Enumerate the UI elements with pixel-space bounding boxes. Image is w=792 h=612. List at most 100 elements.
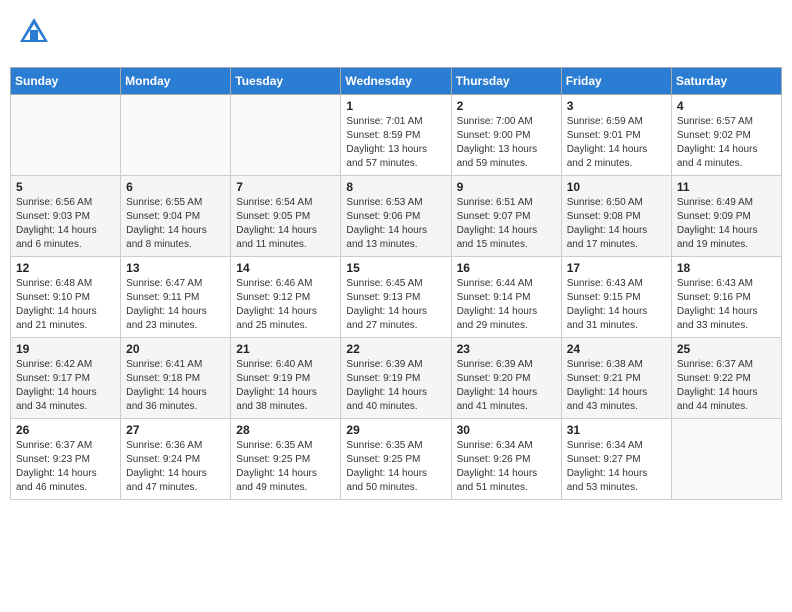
- day-info: Sunrise: 6:51 AM Sunset: 9:07 PM Dayligh…: [457, 196, 556, 252]
- calendar-cell: [121, 95, 231, 176]
- day-number: 9: [457, 180, 556, 194]
- day-info: Sunrise: 6:50 AM Sunset: 9:08 PM Dayligh…: [567, 196, 666, 252]
- day-info: Sunrise: 6:36 AM Sunset: 9:24 PM Dayligh…: [126, 439, 225, 495]
- logo-graphic: [16, 14, 52, 55]
- day-number: 17: [567, 261, 666, 275]
- day-info: Sunrise: 7:00 AM Sunset: 9:00 PM Dayligh…: [457, 115, 556, 171]
- calendar-cell: 6 Sunrise: 6:55 AM Sunset: 9:04 PM Daylig…: [121, 176, 231, 257]
- weekday-header-saturday: Saturday: [671, 68, 781, 95]
- day-info: Sunrise: 6:35 AM Sunset: 9:25 PM Dayligh…: [346, 439, 445, 495]
- calendar-cell: 7 Sunrise: 6:54 AM Sunset: 9:05 PM Daylig…: [231, 176, 341, 257]
- day-info: Sunrise: 6:39 AM Sunset: 9:19 PM Dayligh…: [346, 358, 445, 414]
- day-info: Sunrise: 6:34 AM Sunset: 9:26 PM Dayligh…: [457, 439, 556, 495]
- day-info: Sunrise: 6:56 AM Sunset: 9:03 PM Dayligh…: [16, 196, 115, 252]
- calendar-week-row: 19 Sunrise: 6:42 AM Sunset: 9:17 PM Dayli…: [11, 338, 782, 419]
- day-number: 4: [677, 99, 776, 113]
- calendar-week-row: 26Sunrise: 6:37 AM Sunset: 9:23 PM Dayli…: [11, 419, 782, 500]
- day-info: Sunrise: 6:47 AM Sunset: 9:11 PM Dayligh…: [126, 277, 225, 333]
- calendar-cell: [231, 95, 341, 176]
- calendar-cell: 13Sunrise: 6:47 AM Sunset: 9:11 PM Dayli…: [121, 257, 231, 338]
- day-number: 5: [16, 180, 115, 194]
- day-info: Sunrise: 6:55 AM Sunset: 9:04 PM Dayligh…: [126, 196, 225, 252]
- calendar-table: SundayMondayTuesdayWednesdayThursdayFrid…: [10, 67, 782, 500]
- calendar-cell: 10 Sunrise: 6:50 AM Sunset: 9:08 PM Dayli…: [561, 176, 671, 257]
- page-header: [10, 10, 782, 59]
- day-number: 7: [236, 180, 335, 194]
- calendar-week-row: 5 Sunrise: 6:56 AM Sunset: 9:03 PM Daylig…: [11, 176, 782, 257]
- weekday-header-tuesday: Tuesday: [231, 68, 341, 95]
- day-number: 16: [457, 261, 556, 275]
- calendar-cell: 12 Sunrise: 6:48 AM Sunset: 9:10 PM Dayli…: [11, 257, 121, 338]
- calendar-cell: 23Sunrise: 6:39 AM Sunset: 9:20 PM Dayli…: [451, 338, 561, 419]
- day-info: Sunrise: 6:37 AM Sunset: 9:22 PM Dayligh…: [677, 358, 776, 414]
- day-number: 11: [677, 180, 776, 194]
- day-number: 29: [346, 423, 445, 437]
- day-number: 14: [236, 261, 335, 275]
- calendar-week-row: 1 Sunrise: 7:01 AM Sunset: 8:59 PM Daylig…: [11, 95, 782, 176]
- calendar-cell: [11, 95, 121, 176]
- day-info: Sunrise: 6:35 AM Sunset: 9:25 PM Dayligh…: [236, 439, 335, 495]
- calendar-cell: 8Sunrise: 6:53 AM Sunset: 9:06 PM Daylig…: [341, 176, 451, 257]
- calendar-cell: 29 Sunrise: 6:35 AM Sunset: 9:25 PM Dayli…: [341, 419, 451, 500]
- calendar-cell: 21Sunrise: 6:40 AM Sunset: 9:19 PM Dayli…: [231, 338, 341, 419]
- logo: [16, 14, 54, 55]
- calendar-cell: 1 Sunrise: 7:01 AM Sunset: 8:59 PM Daylig…: [341, 95, 451, 176]
- day-number: 22: [346, 342, 445, 356]
- calendar-cell: 3Sunrise: 6:59 AM Sunset: 9:01 PM Daylig…: [561, 95, 671, 176]
- day-number: 6: [126, 180, 225, 194]
- day-info: Sunrise: 6:49 AM Sunset: 9:09 PM Dayligh…: [677, 196, 776, 252]
- day-info: Sunrise: 7:01 AM Sunset: 8:59 PM Dayligh…: [346, 115, 445, 171]
- calendar-cell: 4 Sunrise: 6:57 AM Sunset: 9:02 PM Daylig…: [671, 95, 781, 176]
- calendar-cell: 30 Sunrise: 6:34 AM Sunset: 9:26 PM Dayli…: [451, 419, 561, 500]
- day-number: 3: [567, 99, 666, 113]
- day-info: Sunrise: 6:48 AM Sunset: 9:10 PM Dayligh…: [16, 277, 115, 333]
- day-info: Sunrise: 6:44 AM Sunset: 9:14 PM Dayligh…: [457, 277, 556, 333]
- weekday-header-friday: Friday: [561, 68, 671, 95]
- calendar-week-row: 12 Sunrise: 6:48 AM Sunset: 9:10 PM Dayli…: [11, 257, 782, 338]
- day-number: 8: [346, 180, 445, 194]
- calendar-cell: 9 Sunrise: 6:51 AM Sunset: 9:07 PM Daylig…: [451, 176, 561, 257]
- day-info: Sunrise: 6:41 AM Sunset: 9:18 PM Dayligh…: [126, 358, 225, 414]
- day-number: 1: [346, 99, 445, 113]
- calendar-cell: 17 Sunrise: 6:43 AM Sunset: 9:15 PM Dayli…: [561, 257, 671, 338]
- day-number: 19: [16, 342, 115, 356]
- weekday-header-wednesday: Wednesday: [341, 68, 451, 95]
- calendar-cell: 22 Sunrise: 6:39 AM Sunset: 9:19 PM Dayli…: [341, 338, 451, 419]
- weekday-header-row: SundayMondayTuesdayWednesdayThursdayFrid…: [11, 68, 782, 95]
- day-info: Sunrise: 6:37 AM Sunset: 9:23 PM Dayligh…: [16, 439, 115, 495]
- day-number: 28: [236, 423, 335, 437]
- day-number: 10: [567, 180, 666, 194]
- day-number: 15: [346, 261, 445, 275]
- day-number: 25: [677, 342, 776, 356]
- day-info: Sunrise: 6:42 AM Sunset: 9:17 PM Dayligh…: [16, 358, 115, 414]
- day-number: 12: [16, 261, 115, 275]
- calendar-cell: 15 Sunrise: 6:45 AM Sunset: 9:13 PM Dayli…: [341, 257, 451, 338]
- day-info: Sunrise: 6:45 AM Sunset: 9:13 PM Dayligh…: [346, 277, 445, 333]
- day-number: 2: [457, 99, 556, 113]
- weekday-header-sunday: Sunday: [11, 68, 121, 95]
- calendar-cell: 28 Sunrise: 6:35 AM Sunset: 9:25 PM Dayli…: [231, 419, 341, 500]
- calendar-cell: 14 Sunrise: 6:46 AM Sunset: 9:12 PM Dayli…: [231, 257, 341, 338]
- day-info: Sunrise: 6:34 AM Sunset: 9:27 PM Dayligh…: [567, 439, 666, 495]
- calendar-cell: 20Sunrise: 6:41 AM Sunset: 9:18 PM Dayli…: [121, 338, 231, 419]
- calendar-cell: 19 Sunrise: 6:42 AM Sunset: 9:17 PM Dayli…: [11, 338, 121, 419]
- calendar-cell: 5 Sunrise: 6:56 AM Sunset: 9:03 PM Daylig…: [11, 176, 121, 257]
- calendar-cell: 24 Sunrise: 6:38 AM Sunset: 9:21 PM Dayli…: [561, 338, 671, 419]
- day-info: Sunrise: 6:57 AM Sunset: 9:02 PM Dayligh…: [677, 115, 776, 171]
- calendar-cell: 25 Sunrise: 6:37 AM Sunset: 9:22 PM Dayli…: [671, 338, 781, 419]
- day-number: 31: [567, 423, 666, 437]
- day-info: Sunrise: 6:43 AM Sunset: 9:15 PM Dayligh…: [567, 277, 666, 333]
- day-number: 24: [567, 342, 666, 356]
- day-info: Sunrise: 6:38 AM Sunset: 9:21 PM Dayligh…: [567, 358, 666, 414]
- calendar-cell: 2 Sunrise: 7:00 AM Sunset: 9:00 PM Daylig…: [451, 95, 561, 176]
- day-number: 30: [457, 423, 556, 437]
- weekday-header-monday: Monday: [121, 68, 231, 95]
- day-info: Sunrise: 6:46 AM Sunset: 9:12 PM Dayligh…: [236, 277, 335, 333]
- day-number: 21: [236, 342, 335, 356]
- day-number: 27: [126, 423, 225, 437]
- calendar-cell: [671, 419, 781, 500]
- calendar-cell: 16 Sunrise: 6:44 AM Sunset: 9:14 PM Dayli…: [451, 257, 561, 338]
- day-info: Sunrise: 6:54 AM Sunset: 9:05 PM Dayligh…: [236, 196, 335, 252]
- weekday-header-thursday: Thursday: [451, 68, 561, 95]
- day-number: 18: [677, 261, 776, 275]
